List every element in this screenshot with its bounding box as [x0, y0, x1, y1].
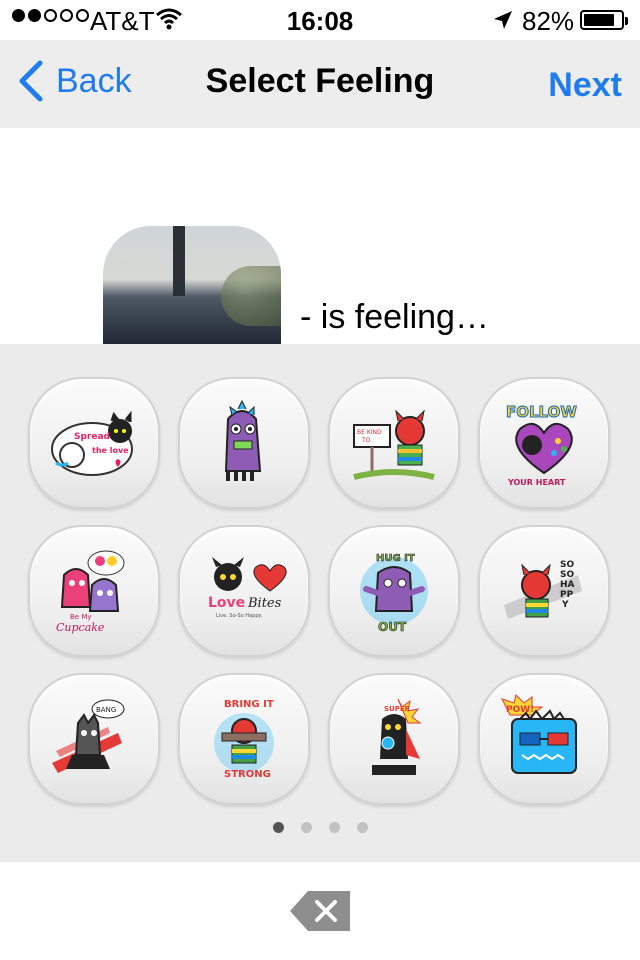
love-bites-sticker-icon: Love Bites Live. So-So Happy. [208, 557, 287, 619]
sticker-button[interactable]: POW! [478, 673, 610, 805]
profile-photo [103, 226, 281, 344]
svg-text:YOUR HEART: YOUR HEART [507, 478, 566, 487]
sticker-button[interactable]: Spread the love [28, 377, 160, 509]
svg-text:HA: HA [560, 580, 575, 590]
svg-text:Love: Love [208, 595, 245, 611]
page-dot[interactable] [356, 822, 368, 833]
svg-text:PP: PP [560, 590, 574, 600]
bang-monster-sticker-icon: BANG [52, 699, 125, 773]
pow-robot-sticker-icon: POW! [501, 694, 577, 774]
sticker-grid: Spread the love BE KIND TO FOLLOW YOUR H… [28, 377, 610, 805]
svg-text:TO: TO [361, 437, 371, 444]
sticker-button[interactable]: Love Bites Live. So-So Happy. [178, 525, 310, 657]
svg-text:SUPER: SUPER [384, 705, 411, 713]
follow-your-heart-sticker-icon: FOLLOW YOUR HEART [506, 403, 578, 488]
page-dot[interactable] [300, 822, 312, 833]
status-bar: AT&T 16:08 82% [0, 0, 640, 40]
svg-text:Spread: Spread [74, 432, 110, 442]
sticker-button[interactable]: FOLLOW YOUR HEART [478, 377, 610, 509]
delete-backspace-icon[interactable] [290, 891, 350, 931]
svg-text:BE KIND: BE KIND [357, 429, 382, 436]
sticker-button[interactable]: SUPER [328, 673, 460, 805]
svg-text:STRONG: STRONG [224, 769, 271, 780]
sticker-button[interactable]: HUG IT OUT [328, 525, 460, 657]
page-indicator[interactable] [0, 822, 640, 833]
sticker-button[interactable]: BRING IT STRONG [178, 673, 310, 805]
svg-text:the love: the love [92, 446, 129, 455]
svg-text:OUT: OUT [378, 620, 407, 634]
so-so-happy-sticker-icon: SO SO HA PP Y [504, 560, 582, 619]
svg-text:SO: SO [560, 570, 574, 580]
page-dot[interactable] [272, 822, 284, 833]
be-my-cupcake-sticker-icon: Be My Cupcake [56, 550, 125, 634]
sticker-picker: Spread the love BE KIND TO FOLLOW YOUR H… [0, 344, 640, 862]
purple-dino-sticker-icon [224, 399, 262, 481]
bring-it-strong-sticker-icon: BRING IT STRONG [214, 699, 274, 780]
battery-icon [580, 10, 628, 30]
location-arrow-icon [494, 11, 512, 29]
page-title: Select Feeling [205, 62, 435, 100]
svg-text:Be My: Be My [70, 613, 92, 621]
sticker-button[interactable]: Be My Cupcake [28, 525, 160, 657]
battery-percentage: 82% [522, 6, 575, 36]
svg-text:Bites: Bites [247, 596, 282, 611]
spread-the-love-sticker-icon: Spread the love [51, 410, 133, 476]
svg-text:BRING IT: BRING IT [224, 699, 274, 710]
page-dot[interactable] [328, 822, 340, 833]
feeling-text: - is feeling… [300, 298, 489, 336]
super-monster-sticker-icon: SUPER [372, 698, 422, 775]
sticker-button[interactable]: BE KIND TO [328, 377, 460, 509]
be-kind-sign-sticker-icon: BE KIND TO [353, 409, 435, 480]
sticker-button[interactable] [178, 377, 310, 509]
svg-text:SO: SO [560, 560, 574, 570]
hug-it-out-sticker-icon: HUG IT OUT [360, 553, 428, 634]
svg-text:POW!: POW! [506, 705, 534, 715]
svg-text:Cupcake: Cupcake [56, 621, 105, 634]
sticker-button[interactable]: SO SO HA PP Y [478, 525, 610, 657]
svg-text:Live. So-So Happy.: Live. So-So Happy. [216, 613, 263, 619]
svg-text:HUG IT: HUG IT [376, 553, 415, 564]
svg-text:FOLLOW: FOLLOW [506, 403, 577, 421]
next-button[interactable]: Next [548, 66, 622, 105]
svg-text:Y: Y [561, 600, 569, 610]
svg-text:BANG: BANG [96, 706, 116, 714]
navigation-bar: Back Select Feeling Next [0, 40, 640, 128]
sticker-button[interactable]: BANG [28, 673, 160, 805]
